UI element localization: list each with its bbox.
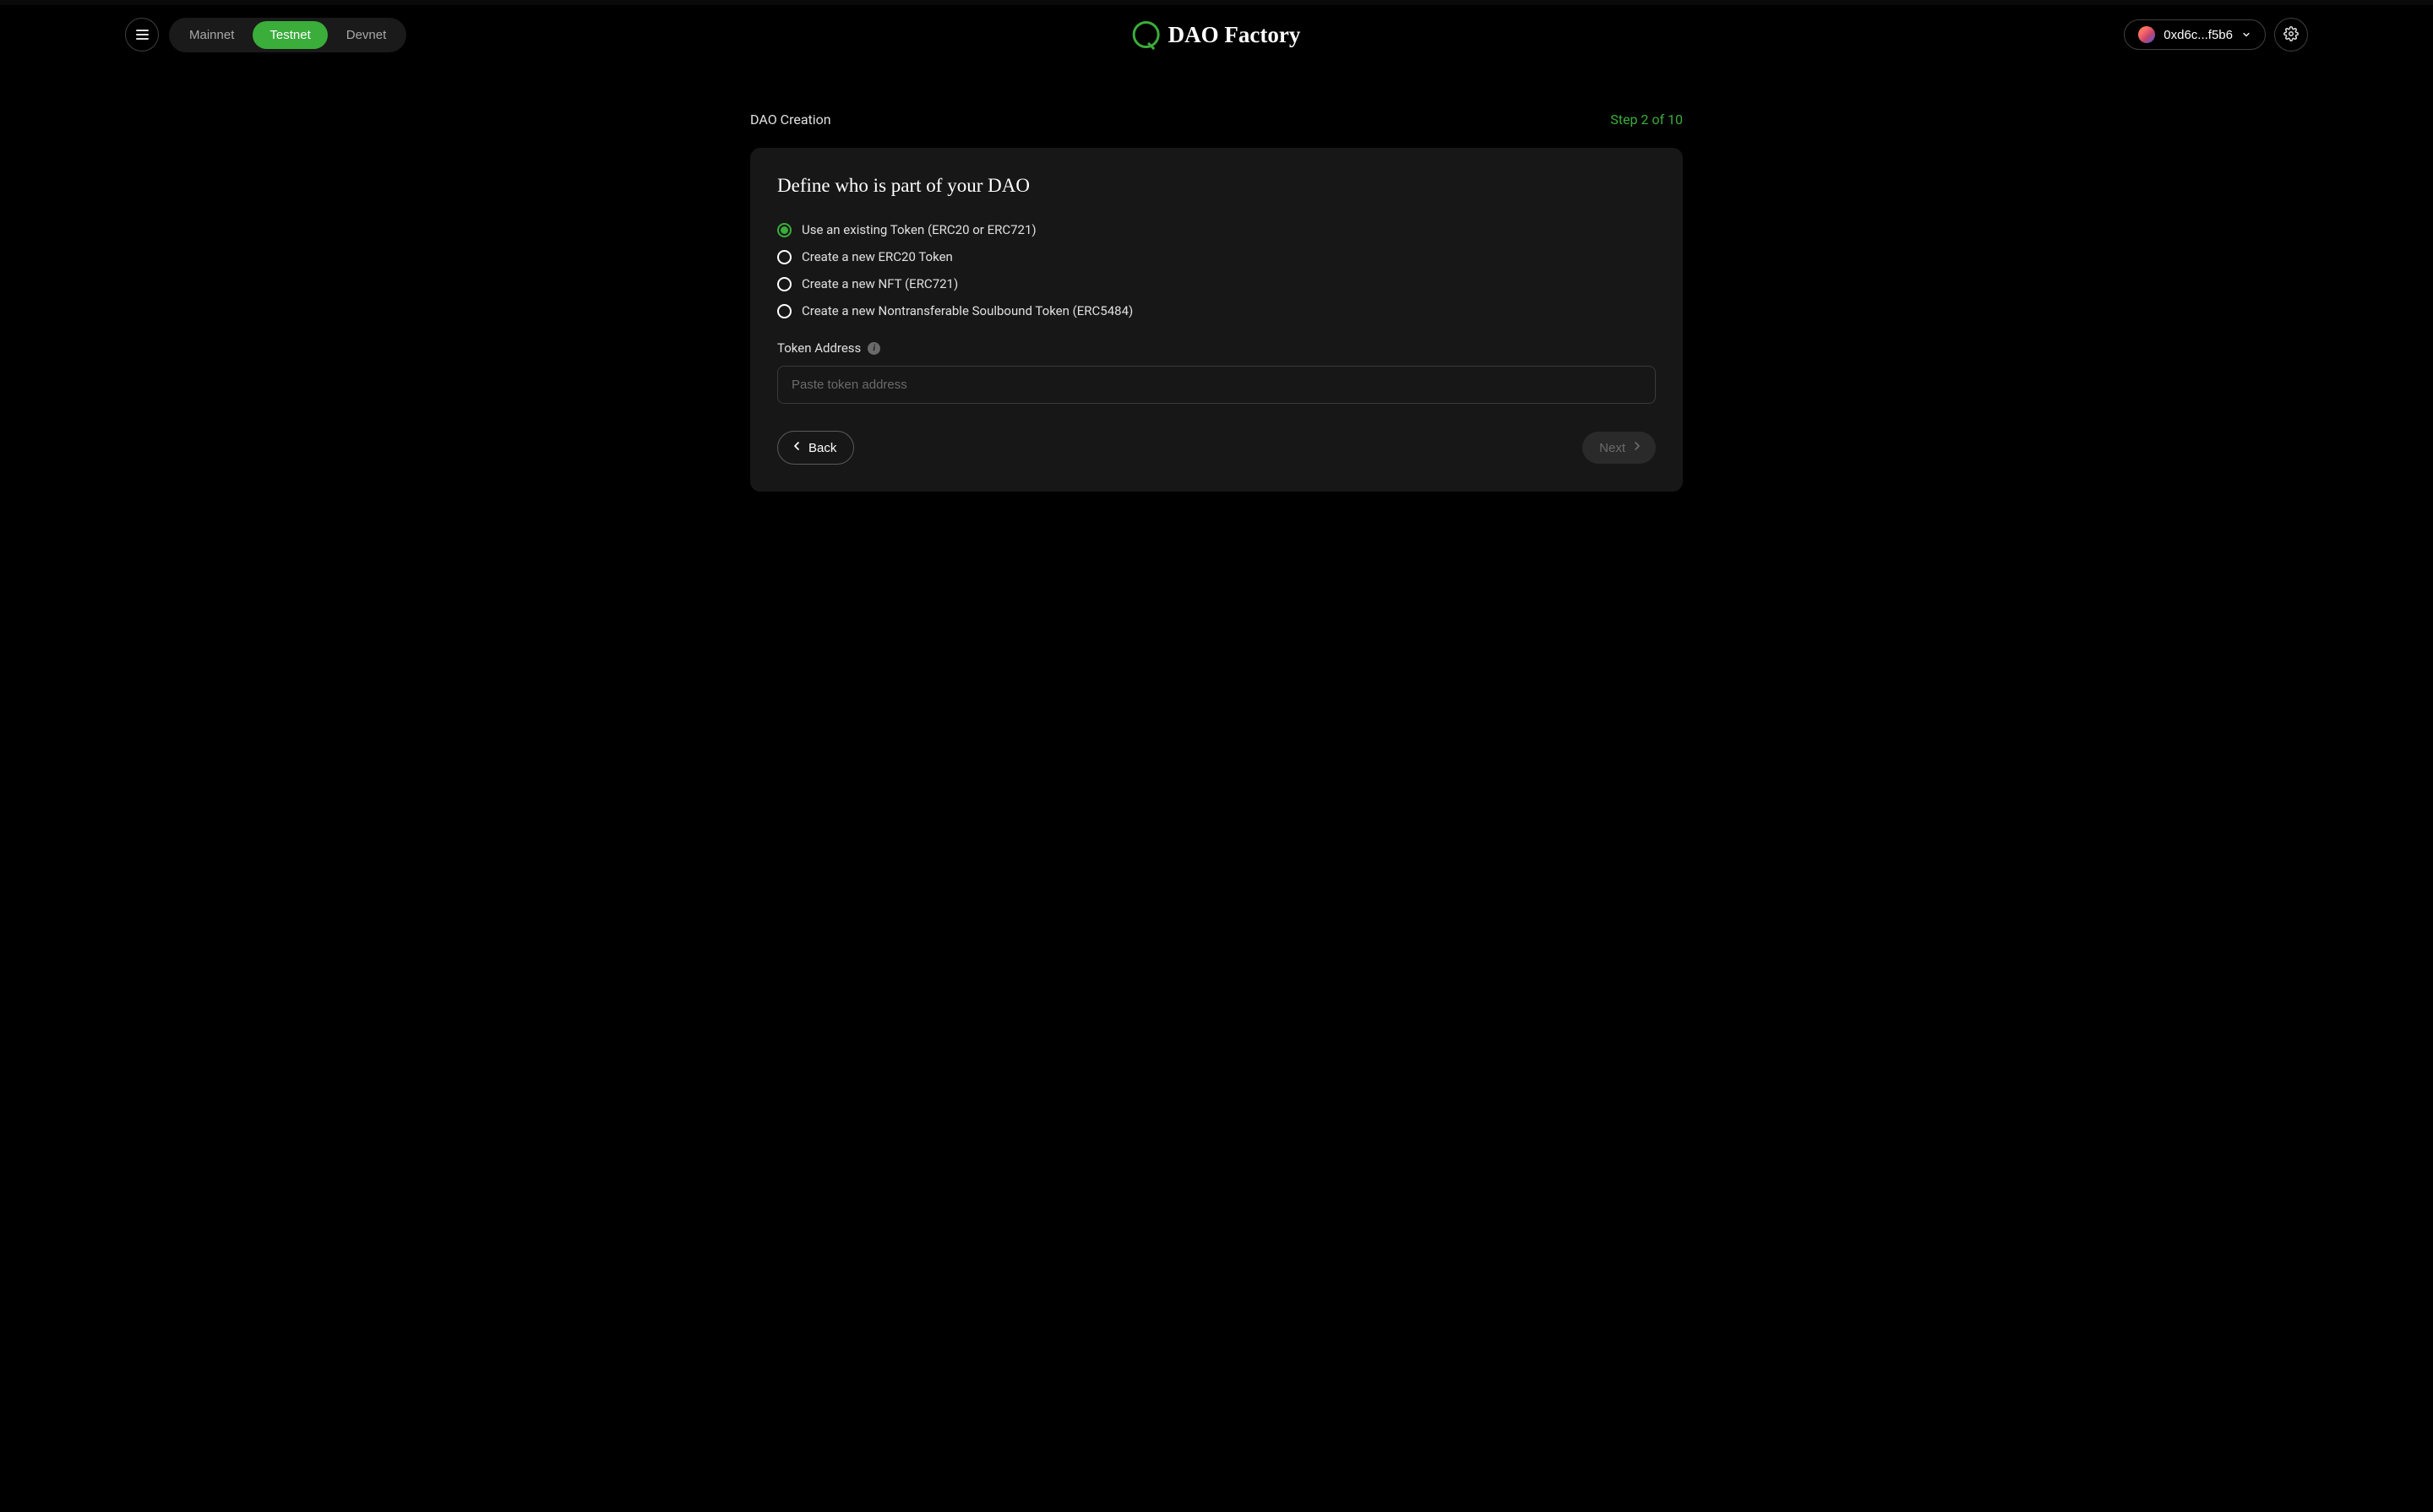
wallet-avatar-icon [2138,26,2155,43]
app-header: Mainnet Testnet Devnet DAO Factory 0xd6c… [0,5,2433,64]
form-card: Define who is part of your DAO Use an ex… [750,148,1683,492]
next-button[interactable]: Next [1582,432,1656,464]
radio-option-existing[interactable]: Use an existing Token (ERC20 or ERC721) [777,222,1656,237]
step-indicator: Step 2 of 10 [1610,111,1683,128]
info-icon[interactable]: i [868,342,880,355]
card-title: Define who is part of your DAO [777,175,1656,197]
radio-label: Create a new ERC20 Token [802,249,953,264]
radio-option-nft[interactable]: Create a new NFT (ERC721) [777,276,1656,291]
back-button-label: Back [808,441,836,455]
network-option-testnet[interactable]: Testnet [253,21,327,49]
main-content: DAO Creation Step 2 of 10 Define who is … [750,64,1683,492]
token-address-label: Token Address [777,340,861,356]
network-option-mainnet[interactable]: Mainnet [172,21,251,49]
wallet-address: 0xd6c...f5b6 [2164,28,2233,42]
network-option-devnet[interactable]: Devnet [329,21,404,49]
app-title: DAO Factory [1168,22,1301,48]
radio-circle-icon [777,250,792,264]
network-switcher: Mainnet Testnet Devnet [169,18,406,52]
back-button[interactable]: Back [777,431,854,465]
header-right: 0xd6c...f5b6 [2124,18,2308,52]
next-button-label: Next [1599,441,1625,455]
radio-option-erc20[interactable]: Create a new ERC20 Token [777,249,1656,264]
settings-button[interactable] [2274,18,2308,52]
chevron-right-icon [1630,439,1644,456]
radio-circle-icon [777,304,792,318]
radio-circle-icon [777,223,792,237]
gear-icon [2283,26,2299,44]
radio-option-soulbound[interactable]: Create a new Nontransferable Soulbound T… [777,303,1656,318]
hamburger-icon [136,30,149,40]
radio-label: Use an existing Token (ERC20 or ERC721) [802,222,1037,237]
button-row: Back Next [777,431,1656,465]
radio-group: Use an existing Token (ERC20 or ERC721) … [777,222,1656,318]
token-address-input[interactable] [777,366,1656,404]
logo-icon [1133,21,1160,48]
chevron-left-icon [790,439,803,456]
radio-circle-icon [777,277,792,291]
header-left: Mainnet Testnet Devnet [125,18,406,52]
menu-button[interactable] [125,18,159,52]
radio-label: Create a new Nontransferable Soulbound T… [802,303,1133,318]
page-title: DAO Creation [750,111,831,128]
wallet-button[interactable]: 0xd6c...f5b6 [2124,19,2266,50]
radio-label: Create a new NFT (ERC721) [802,276,958,291]
header-center: DAO Factory [1133,21,1301,48]
chevron-down-icon [2241,30,2251,40]
page-header-row: DAO Creation Step 2 of 10 [750,111,1683,128]
field-label-row: Token Address i [777,340,1656,356]
